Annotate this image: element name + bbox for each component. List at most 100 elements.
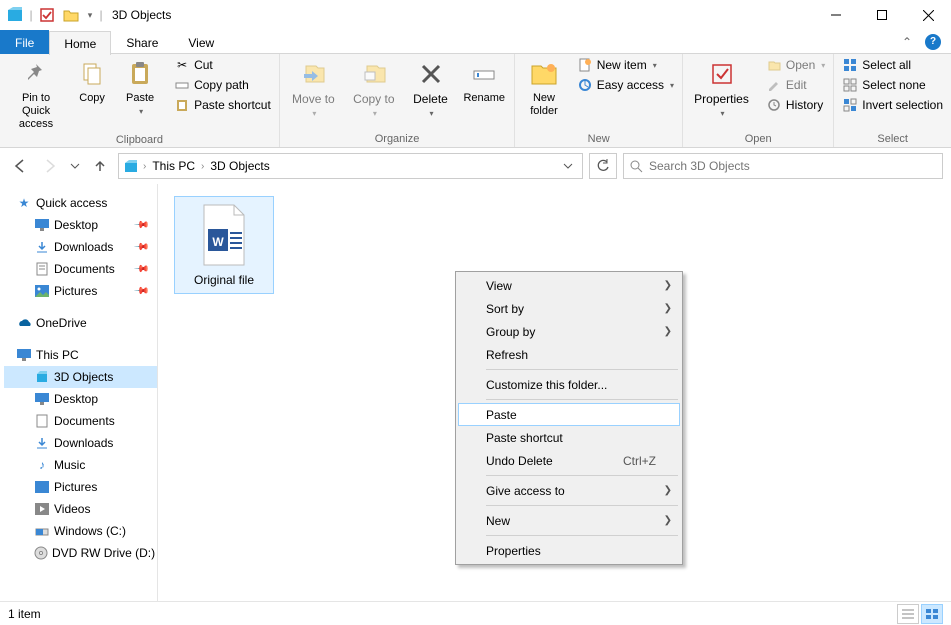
pin-to-quick-access-button[interactable]: Pin to Quick access (6, 56, 66, 134)
history-icon (766, 97, 782, 113)
forward-button[interactable] (38, 154, 62, 178)
cut-label: Cut (194, 58, 213, 72)
paste-button[interactable]: Paste ▾ (118, 56, 162, 118)
invert-selection-icon (842, 97, 858, 113)
back-button[interactable] (8, 154, 32, 178)
tree-pictures[interactable]: Pictures📌 (4, 280, 157, 302)
tree-downloads-2[interactable]: Downloads (4, 432, 157, 454)
objects3d-icon (34, 369, 50, 385)
tree-downloads[interactable]: Downloads📌 (4, 236, 157, 258)
search-input[interactable] (649, 159, 936, 173)
videos-icon (34, 501, 50, 517)
new-item-button[interactable]: New item ▾ (575, 56, 676, 74)
tree-quick-access[interactable]: ★Quick access (4, 192, 157, 214)
tree-videos[interactable]: Videos (4, 498, 157, 520)
address-dropdown[interactable] (558, 154, 578, 178)
ctx-sort-by[interactable]: Sort by❯ (458, 297, 680, 320)
chevron-right-icon: ❯ (664, 280, 672, 291)
breadcrumb-this-pc[interactable]: This PC (148, 159, 199, 173)
tree-pictures-2[interactable]: Pictures (4, 476, 157, 498)
pictures-icon (34, 479, 50, 495)
tree-c-drive[interactable]: Windows (C:) (4, 520, 157, 542)
delete-label: Delete (413, 92, 448, 106)
cut-button[interactable]: ✂Cut (172, 56, 273, 74)
chevron-down-icon: ▾ (821, 61, 825, 70)
copy-label: Copy (79, 92, 105, 105)
minimize-button[interactable] (813, 0, 859, 30)
tab-share[interactable]: Share (111, 30, 173, 54)
copy-path-button[interactable]: Copy path (172, 76, 273, 94)
copy-button[interactable]: Copy (70, 56, 114, 107)
icons-view-button[interactable] (921, 604, 943, 624)
details-view-button[interactable] (897, 604, 919, 624)
tree-desktop-2[interactable]: Desktop (4, 388, 157, 410)
rename-label: Rename (463, 92, 505, 105)
rename-button[interactable]: Rename (460, 56, 508, 107)
address-bar[interactable]: › This PC › 3D Objects (118, 153, 583, 179)
open-button[interactable]: Open ▾ (764, 56, 827, 74)
select-all-button[interactable]: Select all (840, 56, 945, 74)
delete-icon (415, 58, 447, 90)
tab-home[interactable]: Home (49, 31, 111, 55)
properties-button[interactable]: Properties ▾ (689, 56, 756, 122)
search-box[interactable] (623, 153, 943, 179)
ctx-undo-delete[interactable]: Undo DeleteCtrl+Z (458, 449, 680, 472)
ctx-properties[interactable]: Properties (458, 539, 680, 562)
edit-button[interactable]: Edit (764, 76, 827, 94)
tree-this-pc[interactable]: This PC (4, 344, 157, 366)
ctx-paste-shortcut[interactable]: Paste shortcut (458, 426, 680, 449)
main-body: ★Quick access Desktop📌 Downloads📌 Docume… (0, 184, 951, 601)
search-icon (630, 160, 643, 173)
ctx-new[interactable]: New❯ (458, 509, 680, 532)
ctx-view[interactable]: View❯ (458, 274, 680, 297)
move-to-icon (298, 58, 330, 90)
tree-desktop[interactable]: Desktop📌 (4, 214, 157, 236)
select-none-button[interactable]: Select none (840, 76, 945, 94)
ctx-give-access[interactable]: Give access to❯ (458, 479, 680, 502)
ctx-group-by[interactable]: Group by❯ (458, 320, 680, 343)
content-area[interactable]: W Original file View❯ Sort by❯ Group by❯… (158, 184, 951, 601)
tree-documents-2[interactable]: Documents (4, 410, 157, 432)
move-to-button[interactable]: Move to ▾ (286, 56, 343, 122)
tab-view[interactable]: View (173, 30, 229, 54)
ctx-customize[interactable]: Customize this folder... (458, 373, 680, 396)
folder-qat-icon[interactable] (60, 4, 82, 26)
pin-icon (20, 58, 52, 90)
easy-access-button[interactable]: Easy access ▾ (575, 76, 676, 94)
tree-music[interactable]: ♪Music (4, 454, 157, 476)
chevron-right-icon[interactable]: › (143, 161, 146, 172)
refresh-button[interactable] (589, 153, 617, 179)
paste-shortcut-button[interactable]: Paste shortcut (172, 96, 273, 114)
star-icon: ★ (16, 195, 32, 211)
qat-dropdown-icon[interactable]: ▾ (84, 4, 96, 26)
invert-selection-button[interactable]: Invert selection (840, 96, 945, 114)
ctx-refresh[interactable]: Refresh (458, 343, 680, 366)
help-icon[interactable]: ? (925, 34, 941, 50)
close-button[interactable] (905, 0, 951, 30)
breadcrumb-3d-objects[interactable]: 3D Objects (206, 159, 273, 173)
history-button[interactable]: History (764, 96, 827, 114)
collapse-ribbon-icon[interactable]: ⌃ (899, 34, 915, 50)
tree-3d-objects[interactable]: 3D Objects (4, 366, 157, 388)
tree-onedrive[interactable]: OneDrive (4, 312, 157, 334)
recent-dropdown[interactable] (68, 154, 82, 178)
copy-to-button[interactable]: Copy to ▾ (347, 56, 403, 122)
file-item-original[interactable]: W Original file (174, 196, 274, 294)
up-button[interactable] (88, 154, 112, 178)
move-to-label: Move to (292, 92, 335, 106)
tree-documents[interactable]: Documents📌 (4, 258, 157, 280)
properties-qat-icon[interactable] (36, 4, 58, 26)
chevron-right-icon[interactable]: › (201, 161, 204, 172)
tree-dvd-drive[interactable]: DVD RW Drive (D:) (4, 542, 157, 564)
ctx-paste[interactable]: Paste (458, 403, 680, 426)
paste-label: Paste (126, 92, 154, 105)
copy-path-label: Copy path (194, 78, 249, 92)
computer-icon (16, 347, 32, 363)
tab-file[interactable]: File (0, 30, 49, 54)
delete-button[interactable]: Delete ▾ (407, 56, 456, 122)
open-icon (766, 57, 782, 73)
new-folder-button[interactable]: New folder (521, 56, 566, 120)
maximize-button[interactable] (859, 0, 905, 30)
group-select: Select all Select none Invert selection … (834, 54, 951, 147)
pin-icon: 📌 (132, 217, 149, 234)
